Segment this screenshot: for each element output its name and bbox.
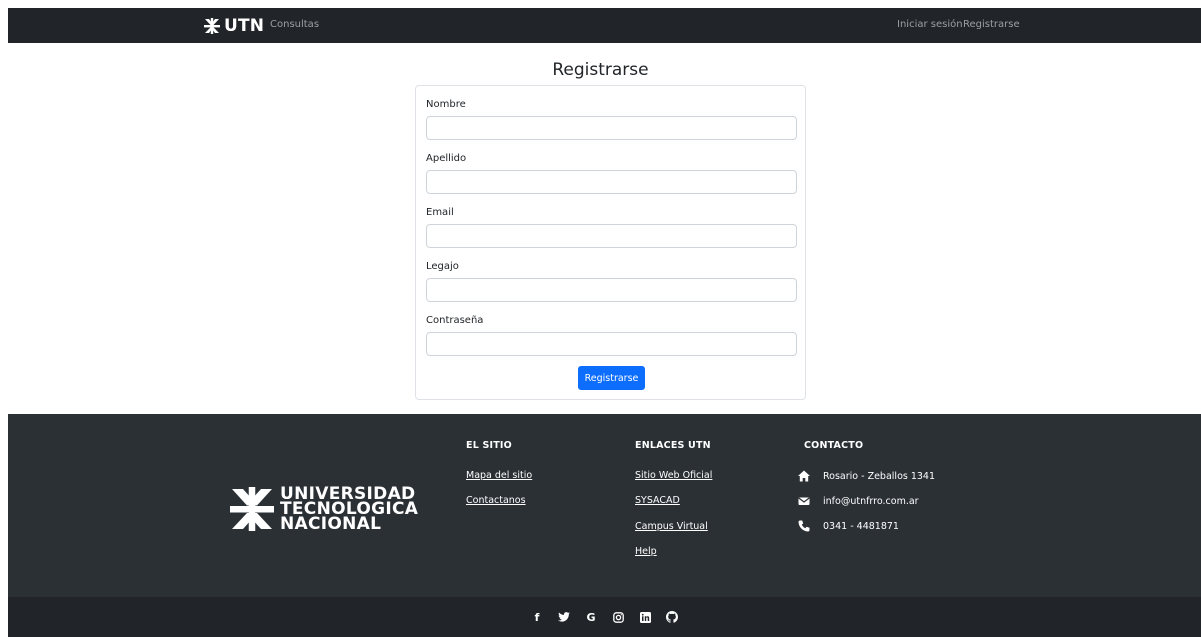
link-sysacad[interactable]: SYSACAD (635, 495, 680, 506)
phone-icon (798, 520, 810, 532)
nombre-label: Nombre (426, 99, 466, 110)
social-bar: f G (8, 597, 1201, 637)
nombre-input[interactable] (426, 116, 797, 140)
utn-emblem-icon (230, 487, 274, 531)
legajo-input[interactable] (426, 278, 797, 302)
contact-phone: 0341 - 4481871 (797, 519, 899, 533)
utn-logo: UNIVERSIDAD TECNOLOGICA NACIONAL (230, 486, 430, 537)
link-contactanos[interactable]: Contactanos (466, 495, 526, 506)
legajo-label: Legajo (426, 261, 459, 272)
contact-address: Rosario - Zeballos 1341 (797, 469, 935, 483)
nav-link-login[interactable]: Iniciar sesión (897, 19, 963, 30)
apellido-input[interactable] (426, 170, 797, 194)
contacto-title: CONTACTO (804, 440, 864, 451)
link-campus-virtual[interactable]: Campus Virtual (635, 521, 708, 532)
utn-logo-icon (204, 18, 220, 34)
page-title: Registrarse (552, 60, 649, 80)
footer: UNIVERSIDAD TECNOLOGICA NACIONAL EL SITI… (8, 414, 1201, 597)
envelope-icon (798, 497, 810, 505)
register-form: Nombre Apellido Email Legajo Contraseña … (415, 85, 806, 400)
social-icons: f G (8, 610, 1201, 624)
email-text: info@utnfrro.com.ar (823, 495, 919, 507)
logo-text: UNIVERSIDAD TECNOLOGICA NACIONAL (280, 486, 418, 534)
linkedin-icon[interactable] (638, 610, 652, 624)
facebook-icon[interactable]: f (530, 610, 544, 624)
el-sitio-title: EL SITIO (466, 440, 512, 451)
enlaces-utn-title: ENLACES UTN (635, 440, 711, 451)
register-button[interactable]: Registrarse (578, 366, 645, 390)
home-icon (798, 470, 810, 482)
logo-line-3: NACIONAL (280, 514, 382, 534)
phone-text: 0341 - 4481871 (823, 520, 899, 532)
brand-text: UTN (224, 16, 265, 36)
nav-link-register[interactable]: Registrarse (963, 19, 1020, 30)
link-mapa-del-sitio[interactable]: Mapa del sitio (466, 470, 532, 481)
email-input[interactable] (426, 224, 797, 248)
email-label: Email (426, 207, 454, 218)
contact-email: info@utnfrro.com.ar (797, 494, 919, 508)
nav-link-consultas[interactable]: Consultas (270, 19, 319, 30)
apellido-label: Apellido (426, 153, 467, 164)
instagram-icon[interactable] (611, 610, 625, 624)
github-icon[interactable] (665, 610, 679, 624)
link-help[interactable]: Help (635, 546, 657, 557)
navbar: UTN Consultas Iniciar sesión Registrarse (8, 8, 1201, 43)
password-input[interactable] (426, 332, 797, 356)
link-sitio-web-oficial[interactable]: Sitio Web Oficial (635, 470, 712, 481)
twitter-icon[interactable] (557, 610, 571, 624)
google-icon[interactable]: G (584, 610, 598, 624)
address-text: Rosario - Zeballos 1341 (823, 470, 936, 482)
brand-link[interactable]: UTN (204, 16, 264, 36)
password-label: Contraseña (426, 315, 484, 326)
